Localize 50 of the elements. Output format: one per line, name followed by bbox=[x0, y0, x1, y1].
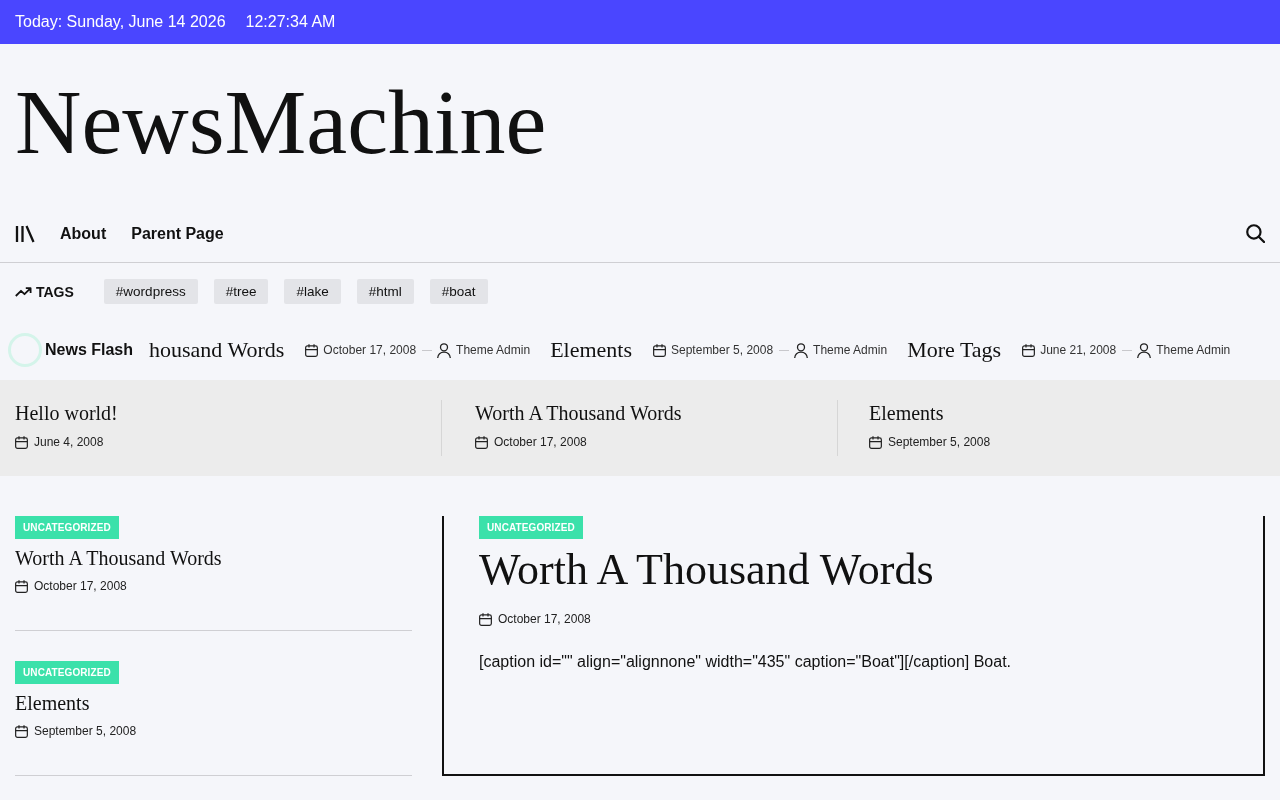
search-icon[interactable] bbox=[1246, 224, 1265, 243]
calendar-icon bbox=[305, 343, 319, 357]
calendar-icon bbox=[15, 724, 28, 738]
trending-up-icon bbox=[15, 286, 32, 297]
tag-link[interactable]: #tree bbox=[213, 279, 269, 304]
nav-link[interactable]: Parent Page bbox=[131, 224, 224, 243]
tag-link[interactable]: #boat bbox=[429, 279, 488, 304]
user-icon bbox=[1137, 342, 1152, 358]
calendar-icon bbox=[15, 435, 28, 449]
calendar-icon bbox=[869, 435, 882, 449]
calendar-icon bbox=[479, 612, 492, 626]
post-title[interactable]: Elements bbox=[15, 690, 90, 716]
post-title[interactable]: Worth A Thousand Words bbox=[15, 545, 222, 571]
tags-heading: TAGS bbox=[36, 283, 74, 300]
date-text: Today: Sunday, June 14 2026 bbox=[15, 13, 226, 31]
headline-link[interactable]: housand Words bbox=[149, 336, 285, 364]
time-text: 12:27:34 AM bbox=[245, 13, 336, 31]
post-title[interactable]: Hello world! bbox=[15, 400, 118, 426]
date-text: September 5, 2008 bbox=[671, 343, 774, 357]
article-title[interactable]: Worth A Thousand Words bbox=[479, 543, 934, 597]
calendar-icon bbox=[475, 435, 488, 449]
author-link[interactable]: Theme Admin bbox=[1156, 343, 1231, 357]
nav-link[interactable]: About bbox=[60, 224, 107, 243]
article-date: October 17, 2008 bbox=[498, 612, 591, 626]
post-date: October 17, 2008 bbox=[494, 435, 587, 449]
post-title[interactable]: Elements bbox=[869, 400, 944, 426]
post-date: June 4, 2008 bbox=[34, 435, 104, 449]
article-excerpt: [caption id="" align="alignnone" width="435" caption="Boat"][/caption] Boat. bbox=[479, 653, 1012, 670]
menu-icon[interactable] bbox=[15, 224, 35, 243]
post-date: September 5, 2008 bbox=[888, 435, 991, 449]
tag-link[interactable]: #html bbox=[356, 279, 414, 304]
post-date: September 5, 2008 bbox=[34, 724, 137, 738]
date-text: June 21, 2008 bbox=[1040, 343, 1117, 357]
news-flash-label: News Flash bbox=[45, 341, 134, 359]
author-link[interactable]: Theme Admin bbox=[813, 343, 888, 357]
user-icon bbox=[437, 342, 452, 358]
user-icon bbox=[794, 342, 809, 358]
author-link[interactable]: Theme Admin bbox=[456, 343, 531, 357]
tag-link[interactable]: #wordpress bbox=[103, 279, 198, 304]
site-title[interactable]: NewsMachine bbox=[15, 76, 547, 168]
ring-icon bbox=[8, 333, 42, 367]
date-text: October 17, 2008 bbox=[323, 343, 417, 357]
post-date: October 17, 2008 bbox=[34, 579, 127, 593]
post-title[interactable]: Worth A Thousand Words bbox=[475, 400, 682, 426]
headline-link[interactable]: More Tags bbox=[907, 336, 1002, 364]
calendar-icon bbox=[1022, 343, 1036, 357]
calendar-icon bbox=[653, 343, 666, 357]
tag-link[interactable]: #lake bbox=[284, 279, 341, 304]
headline-link[interactable]: Elements bbox=[550, 336, 632, 364]
calendar-icon bbox=[15, 579, 28, 593]
